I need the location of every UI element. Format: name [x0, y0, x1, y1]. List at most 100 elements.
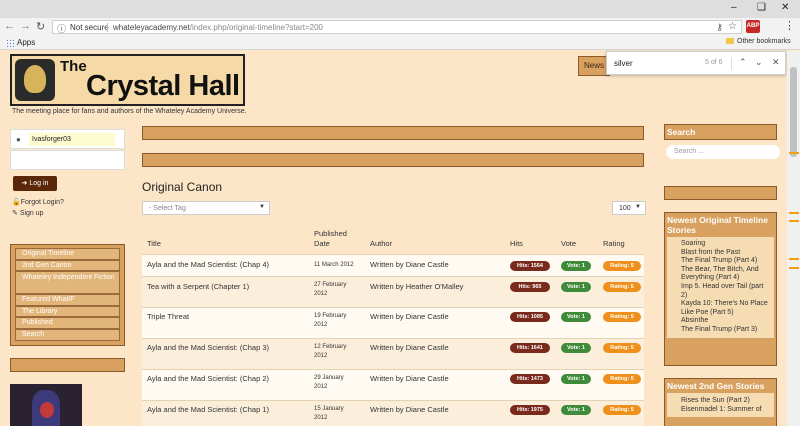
- page-title: Original Canon: [142, 180, 223, 194]
- divider: [107, 23, 108, 32]
- story-link[interactable]: Rises the Sun (Part 2): [681, 397, 770, 406]
- search-module-title: Search: [667, 127, 696, 137]
- table-row: Ayla and the Mad Scientist: (Chap 1) 15 …: [142, 400, 644, 426]
- logo-title: Crystal Hall: [86, 70, 240, 102]
- col-rating[interactable]: Rating: [603, 239, 625, 248]
- address-bar[interactable]: ⓘ Not secure whateleyacademy.net/index.p…: [52, 20, 742, 34]
- story-title-link[interactable]: Triple Threat: [147, 312, 189, 321]
- hits-badge: Hits: 1085: [510, 312, 550, 322]
- apps-bookmark[interactable]: Apps: [6, 38, 35, 47]
- story-link[interactable]: The Final Trump (Part 4): [681, 257, 770, 266]
- module-title: Newest Original Timeline Stories: [667, 215, 768, 235]
- login-button[interactable]: ➜ Log in: [13, 176, 57, 191]
- author-name: Written by Diane Castle: [370, 374, 449, 383]
- mask-logo-icon: [15, 59, 55, 101]
- rating-badge: Rating: 5: [603, 343, 641, 353]
- col-author[interactable]: Author: [370, 239, 392, 248]
- find-close-icon[interactable]: ✕: [772, 57, 780, 68]
- password-field[interactable]: [10, 150, 125, 170]
- table-row: Triple Threat 19 February 2012 Written b…: [142, 307, 644, 338]
- nav-whateley-independent-fiction[interactable]: Whateley Independent Fiction: [15, 271, 120, 295]
- table-row: Ayla and the Mad Scientist: (Chap 4) 11 …: [142, 254, 644, 276]
- newest-original-module: Newest Original Timeline Stories Soaring…: [664, 212, 777, 366]
- story-title-link[interactable]: Ayla and the Mad Scientist: (Chap 2): [147, 374, 269, 383]
- published-date: 27 February 2012: [314, 282, 347, 297]
- forward-icon[interactable]: →: [20, 20, 31, 32]
- minimize-icon[interactable]: –: [731, 2, 737, 13]
- hits-badge: Hits: 965: [510, 282, 550, 292]
- col-published[interactable]: Published Date: [314, 229, 360, 249]
- search-input[interactable]: Search ...: [666, 145, 780, 159]
- key-icon[interactable]: ⚷: [716, 22, 723, 33]
- nav-the-library[interactable]: The Library: [15, 305, 120, 318]
- back-icon[interactable]: ←: [4, 20, 15, 32]
- nav-published[interactable]: Published: [15, 317, 120, 329]
- vote-badge: Vote: 1: [561, 343, 591, 353]
- published-date: 29 January 2012: [314, 375, 344, 390]
- story-link[interactable]: Kayda 10: There's No Place Like Poe (Par…: [681, 300, 770, 317]
- vote-badge: Vote: 1: [561, 405, 591, 415]
- find-prev-icon[interactable]: ⌃: [739, 57, 747, 68]
- close-window-icon[interactable]: ✕: [781, 2, 789, 13]
- find-match-marker: [789, 267, 799, 269]
- adblock-extension-icon[interactable]: ABP: [746, 20, 760, 33]
- module-title: Newest 2nd Gen Stories: [667, 381, 765, 391]
- vote-badge: Vote: 1: [561, 282, 591, 292]
- nav-2nd-gen-canon[interactable]: 2nd Gen Canon: [15, 259, 120, 272]
- rating-badge: Rating: 5: [603, 312, 641, 322]
- author-name: Written by Diane Castle: [370, 405, 449, 414]
- hits-badge: Hits: 1975: [510, 405, 550, 415]
- username-field[interactable]: Ivasforger03: [29, 133, 115, 146]
- bookmark-star-icon[interactable]: ☆: [728, 21, 737, 32]
- url-text[interactable]: whateleyacademy.net/index.php/original-t…: [113, 23, 323, 32]
- rating-badge: Rating: 5: [603, 261, 641, 271]
- tag-select[interactable]: - Select Tag ▼: [142, 201, 270, 215]
- page-scrollbar[interactable]: [787, 51, 800, 426]
- nav-search[interactable]: Search: [15, 328, 120, 341]
- story-link[interactable]: Eisenmadel 1: Summer of: [681, 406, 770, 415]
- page-size-select[interactable]: 100 ▼: [612, 201, 646, 215]
- nav-featured-whatif[interactable]: Featured WhatIF: [15, 294, 120, 306]
- other-bookmarks[interactable]: Other bookmarks: [726, 38, 791, 45]
- search-module: Search: [664, 124, 777, 140]
- site-logo[interactable]: The Crystal Hall: [10, 54, 245, 106]
- site-tagline: The meeting place for fans and authors o…: [12, 108, 247, 115]
- find-match-marker: [789, 258, 799, 260]
- col-hits[interactable]: Hits: [510, 239, 523, 248]
- vote-badge: Vote: 1: [561, 261, 591, 271]
- table-row: Ayla and the Mad Scientist: (Chap 2) 29 …: [142, 369, 644, 400]
- find-bar: silver 5 of 6 ⌃ ⌄ ✕: [606, 51, 786, 75]
- story-link[interactable]: The Final Trump (Part 3): [681, 326, 770, 335]
- rating-badge: Rating: 5: [603, 282, 641, 292]
- table-header: Title Published Date Author Hits Vote Ra…: [142, 224, 644, 254]
- author-name: Written by Diane Castle: [370, 312, 449, 321]
- story-title-link[interactable]: Ayla and the Mad Scientist: (Chap 3): [147, 343, 269, 352]
- divider: [731, 57, 732, 70]
- forgot-login-link[interactable]: 🔓Forgot Login?: [12, 198, 64, 206]
- nav-original-timeline[interactable]: Original Timeline: [15, 248, 120, 260]
- story-link[interactable]: Imp 5. Head over Tail (part 2): [681, 283, 770, 300]
- security-label: Not secure: [70, 23, 109, 32]
- find-input[interactable]: silver: [614, 59, 633, 68]
- scrollbar-thumb[interactable]: [790, 67, 797, 157]
- author-name: Written by Diane Castle: [370, 343, 449, 352]
- content-bar: [142, 126, 644, 140]
- reload-icon[interactable]: ↻: [36, 20, 45, 33]
- maximize-icon[interactable]: ❑: [757, 2, 766, 13]
- story-link[interactable]: The Bear, The Bitch, And Everything (Par…: [681, 266, 770, 283]
- story-title-link[interactable]: Tea with a Serpent (Chapter 1): [147, 282, 249, 291]
- character-image: [10, 384, 82, 426]
- browser-menu-icon[interactable]: ⋮: [784, 19, 795, 32]
- signup-link[interactable]: ✎ Sign up: [12, 209, 44, 217]
- story-link[interactable]: Blast from the Past: [681, 249, 770, 258]
- story-link[interactable]: Absinthe: [681, 317, 770, 326]
- story-title-link[interactable]: Ayla and the Mad Scientist: (Chap 1): [147, 405, 269, 414]
- vote-badge: Vote: 1: [561, 374, 591, 384]
- col-vote[interactable]: Vote: [561, 239, 576, 248]
- find-next-icon[interactable]: ⌄: [755, 57, 763, 68]
- story-list: Soaring Blast from the Past The Final Tr…: [667, 237, 774, 338]
- info-icon[interactable]: ⓘ: [57, 22, 66, 35]
- col-title[interactable]: Title: [147, 239, 161, 248]
- story-title-link[interactable]: Ayla and the Mad Scientist: (Chap 4): [147, 260, 269, 269]
- story-link[interactable]: Soaring: [681, 240, 770, 249]
